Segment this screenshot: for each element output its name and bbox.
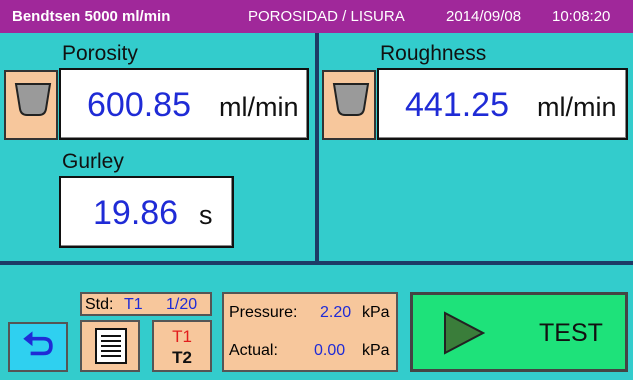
actual-value: 0.00 (314, 342, 346, 359)
t1-label: T1 (172, 327, 192, 346)
test-button[interactable]: TEST (410, 292, 628, 372)
porosity-value: 600.85 (87, 86, 191, 124)
actual-label: Actual: (229, 342, 278, 359)
porosity-unit: ml/min (219, 92, 299, 122)
porosity-value-box: 600.85 ml/min (59, 68, 309, 140)
play-icon (444, 311, 485, 355)
pressure-value: 2.20 (320, 304, 352, 321)
roughness-label: Roughness (380, 42, 487, 65)
cup-icon (332, 83, 370, 116)
pressure-label: Pressure: (229, 304, 298, 321)
gurley-unit: s (199, 200, 213, 230)
list-icon (95, 328, 127, 364)
porosity-label: Porosity (62, 42, 138, 65)
date-display: 2014/09/08 (446, 8, 522, 25)
t1-t2-toggle-button[interactable]: T1 T2 (152, 320, 212, 372)
gurley-value: 19.86 (93, 194, 179, 232)
list-button[interactable] (80, 320, 140, 372)
panel-divider-horizontal (0, 261, 633, 265)
standard-indicator: Std: T1 1/20 (80, 292, 212, 316)
back-arrow-icon (23, 331, 53, 356)
pressure-panel: Pressure: 2.20 kPa Actual: 0.00 kPa (222, 292, 398, 372)
t2-label: T2 (172, 348, 192, 367)
roughness-unit: ml/min (537, 92, 617, 122)
actual-unit: kPa (362, 342, 390, 359)
std-name: T1 (124, 296, 143, 313)
gurley-value-box: 19.86 s (59, 176, 234, 248)
panel-divider-vertical (315, 33, 319, 263)
std-label: Std: (85, 296, 114, 313)
cup-icon (14, 83, 52, 116)
roughness-value: 441.25 (405, 86, 509, 124)
title-bar: Bendtsen 5000 ml/min POROSIDAD / LISURA … (0, 0, 633, 33)
test-label: TEST (539, 319, 603, 347)
std-index: 1/20 (166, 296, 198, 313)
roughness-value-box: 441.25 ml/min (377, 68, 628, 140)
roughness-cup-button[interactable] (322, 70, 376, 140)
device-title: Bendtsen 5000 ml/min (12, 8, 171, 25)
time-display: 10:08:20 (552, 8, 611, 25)
porosity-cup-button[interactable] (4, 70, 58, 140)
gurley-label: Gurley (62, 150, 124, 173)
pressure-unit: kPa (362, 304, 390, 321)
back-button[interactable] (8, 322, 68, 372)
mode-title: POROSIDAD / LISURA (248, 8, 405, 25)
